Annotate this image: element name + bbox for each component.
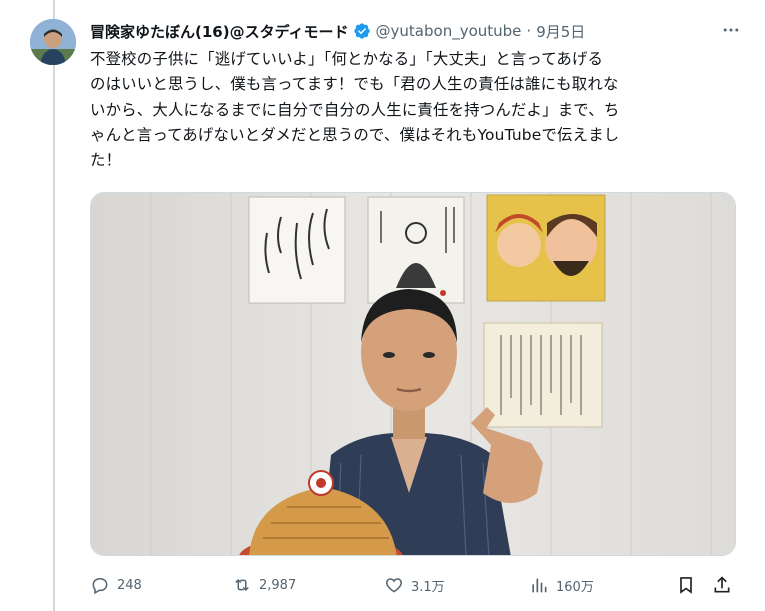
display-name[interactable]: 冒険家ゆたぼん(16)@スタディモード [90, 21, 349, 42]
like-count: 3.1万 [411, 579, 445, 595]
views-button[interactable]: 160万 [529, 570, 594, 600]
like-button[interactable]: 3.1万 [384, 570, 445, 600]
reply-count: 248 [117, 577, 142, 593]
tweet-photo[interactable] [90, 192, 736, 556]
bookmark-icon [680, 577, 692, 594]
avatar[interactable] [30, 19, 76, 65]
retweet-button[interactable]: 2,987 [232, 570, 296, 600]
reply-icon [92, 578, 108, 595]
verified-badge-icon[interactable] [353, 22, 371, 40]
views-icon [532, 578, 547, 593]
tweet-text-line: のはいいと思うし、僕も言ってます！でも「君の人生の責任は誰にも取れな [90, 75, 619, 94]
more-icon [723, 28, 739, 32]
action-bar: 248 2,987 3.1万 160万 [90, 570, 740, 600]
share-icon [714, 576, 730, 593]
tweet-text-line: 不登校の子供に「逃げていいよ」「何とかなる」「大丈夫」と言ってあげる [90, 50, 604, 68]
tweet-header: 冒険家ゆたぼん(16)@スタディモード @yutabon_youtube · 9… [90, 19, 585, 43]
tweet-text: 不登校の子供に「逃げていいよ」「何とかなる」「大丈夫」と言ってあげる のはいいと… [90, 47, 740, 173]
reply-button[interactable]: 248 [90, 570, 142, 600]
retweet-icon [235, 578, 249, 592]
separator-dot: · [526, 22, 532, 40]
tweet-text-line: ゃんと言ってあげないとダメだと思うので、僕はそれもYouTubeで伝えまし [90, 125, 620, 144]
photo-image [91, 193, 735, 555]
tweet-text-line: いから、大人になるまでに自分で自分の人生に責任を持つんだよ」まで、ち [90, 100, 620, 119]
views-count: 160万 [556, 579, 594, 595]
share-button[interactable] [712, 570, 732, 600]
heart-icon [385, 578, 403, 593]
more-options-button[interactable] [720, 20, 742, 40]
bookmark-button[interactable] [676, 570, 696, 600]
thread-line [53, 0, 55, 611]
tweet-date[interactable]: 9月5日 [536, 21, 585, 42]
handle[interactable]: @yutabon_youtube [376, 22, 522, 40]
retweet-count: 2,987 [259, 577, 297, 593]
tweet-text-line: た！ [90, 151, 122, 170]
